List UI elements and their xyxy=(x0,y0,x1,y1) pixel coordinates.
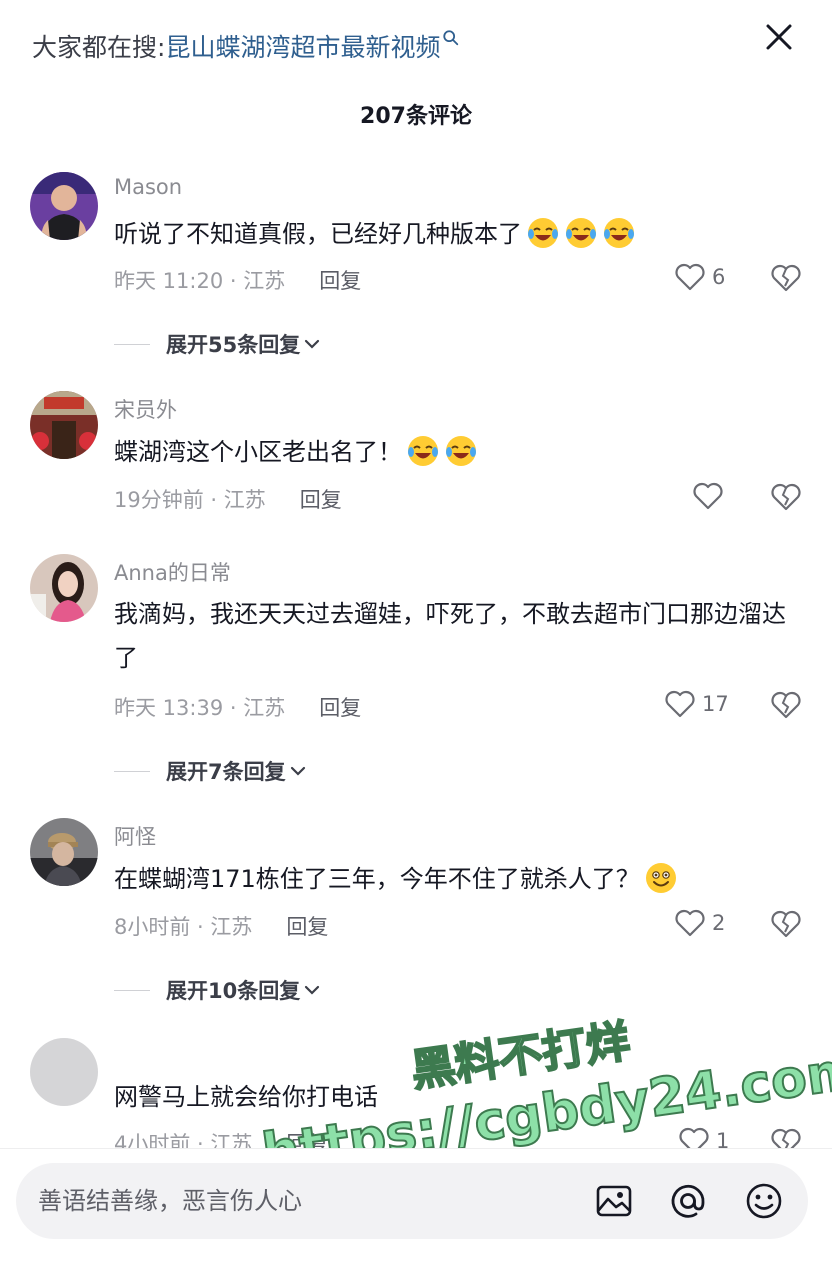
comment-meta: 19分钟前 · 江苏 回复 xyxy=(114,484,342,514)
broken-heart-icon[interactable] xyxy=(770,481,802,513)
divider-line xyxy=(114,343,150,345)
expand-replies-label: 展开55条回复 xyxy=(166,333,301,357)
expand-replies-button[interactable]: 展开7条回复 xyxy=(114,756,308,786)
comment-text: 在蝶蝴湾171栋住了三年，今年不住了就杀人了？ xyxy=(114,857,794,901)
broken-heart-icon[interactable] xyxy=(770,908,802,940)
search-icon xyxy=(443,30,459,46)
laughing-crying-emoji-icon xyxy=(604,218,634,248)
comment-text-body: 听说了不知道真假，已经好几种版本了 xyxy=(114,220,522,248)
chevron-down-icon xyxy=(290,766,305,776)
broken-heart-icon[interactable] xyxy=(770,262,802,294)
comment-time-location: 8小时前 · 江苏 xyxy=(114,915,253,939)
like-count: 17 xyxy=(702,692,729,716)
avatar[interactable] xyxy=(30,818,98,886)
close-icon[interactable] xyxy=(764,22,794,52)
comment-username[interactable]: Mason xyxy=(114,175,182,199)
heart-icon xyxy=(693,482,723,510)
heart-icon xyxy=(675,263,705,291)
chevron-down-icon xyxy=(305,339,320,349)
grinning-emoji-icon xyxy=(645,863,676,893)
expand-replies-button[interactable]: 展开55条回复 xyxy=(114,329,322,359)
reply-button[interactable]: 回复 xyxy=(319,265,361,295)
comment-username[interactable]: 阿怪 xyxy=(114,821,156,851)
laughing-crying-emoji-icon xyxy=(408,436,438,466)
comment-text: 蝶湖湾这个小区老出名了！ xyxy=(114,430,794,474)
reply-button[interactable]: 回复 xyxy=(300,484,342,514)
comment-username[interactable]: Anna的日常 xyxy=(114,557,231,587)
emoji-icon[interactable] xyxy=(744,1181,784,1221)
comment-text: 听说了不知道真假，已经好几种版本了 xyxy=(114,212,794,256)
broken-heart-icon[interactable] xyxy=(770,689,802,721)
laughing-crying-emoji-icon xyxy=(528,218,558,248)
like-count: 2 xyxy=(712,911,726,935)
expand-replies-label: 展开10条回复 xyxy=(166,979,301,1003)
comment-time-location: 19分钟前 · 江苏 xyxy=(114,488,266,512)
at-mention-icon[interactable] xyxy=(668,1181,708,1221)
comment-text-body: 在蝶蝴湾171栋住了三年，今年不住了就杀人了？ xyxy=(114,865,640,893)
divider-line xyxy=(114,989,150,991)
hot-search-query[interactable]: 昆山蝶湖湾超市最新视频 xyxy=(165,28,440,64)
comment-input[interactable] xyxy=(38,1163,558,1239)
comment-meta: 昨天 13:39 · 江苏 回复 xyxy=(114,692,361,722)
avatar[interactable] xyxy=(30,172,98,240)
comment-count: 207条评论 xyxy=(360,104,472,129)
heart-icon xyxy=(675,909,705,937)
comment-text-body: 蝶湖湾这个小区老出名了！ xyxy=(114,438,402,466)
comment-time-location: 昨天 11:20 · 江苏 xyxy=(114,269,286,293)
laughing-crying-emoji-icon xyxy=(566,218,596,248)
expand-replies-button[interactable]: 展开10条回复 xyxy=(114,975,322,1005)
expand-replies-label: 展开7条回复 xyxy=(166,760,286,784)
comment-meta: 昨天 11:20 · 江苏 回复 xyxy=(114,265,361,295)
comment-input-container xyxy=(16,1163,808,1239)
like-button[interactable]: 6 xyxy=(674,262,725,292)
comment-input-bar xyxy=(0,1148,832,1280)
like-count: 6 xyxy=(712,265,726,289)
comment-text: 我滴妈，我还天天过去遛娃，吓死了，不敢去超市门口那边溜达了 xyxy=(114,600,786,672)
laughing-crying-emoji-icon xyxy=(446,436,476,466)
comment-time-location: 昨天 13:39 · 江苏 xyxy=(114,696,286,720)
heart-icon xyxy=(665,690,695,718)
like-button[interactable]: 2 xyxy=(674,908,725,938)
reply-button[interactable]: 回复 xyxy=(319,692,361,722)
avatar[interactable] xyxy=(30,1038,98,1106)
divider-line xyxy=(114,770,150,772)
avatar[interactable] xyxy=(30,391,98,459)
comment-text: 网警马上就会给你打电话 xyxy=(114,1083,378,1111)
image-icon[interactable] xyxy=(594,1181,634,1221)
comment-username[interactable]: 宋员外 xyxy=(114,394,177,424)
top-bar: 大家都在搜: 昆山蝶湖湾超市最新视频 xyxy=(0,0,832,90)
avatar[interactable] xyxy=(30,554,98,622)
reply-button[interactable]: 回复 xyxy=(286,911,328,941)
chevron-down-icon xyxy=(305,985,320,995)
hot-search-prefix: 大家都在搜: xyxy=(32,33,166,62)
comment-meta: 8小时前 · 江苏 回复 xyxy=(114,911,328,941)
like-button[interactable]: 17 xyxy=(664,689,729,719)
hot-search[interactable]: 大家都在搜: 昆山蝶湖湾超市最新视频 xyxy=(32,28,460,64)
like-button[interactable] xyxy=(692,481,730,511)
